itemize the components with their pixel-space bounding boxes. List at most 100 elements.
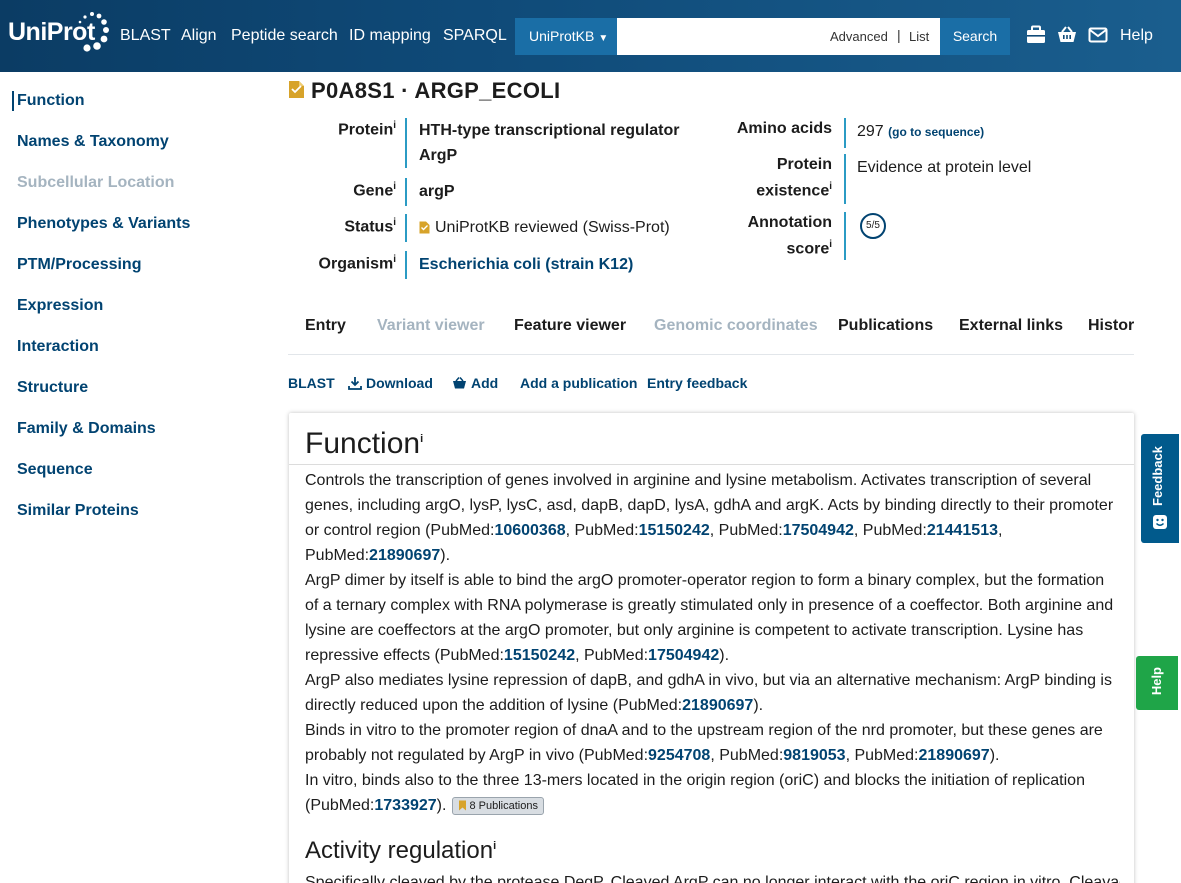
protein-existence-value: Evidence at protein level — [857, 159, 1032, 176]
pubmed-link[interactable]: 21441513 — [927, 522, 998, 539]
nav-peptide-search[interactable]: Peptide search — [231, 27, 338, 45]
tab-publications[interactable]: Publications — [838, 317, 933, 335]
sidebar-item-expression[interactable]: Expression — [17, 297, 103, 315]
pubmed-link[interactable]: 21890697 — [369, 547, 440, 564]
sidebar-item-family-domains[interactable]: Family & Domains — [17, 420, 156, 438]
amino-acids-label: Amino acids — [736, 120, 832, 137]
tab-external-links[interactable]: External links — [959, 317, 1063, 335]
pubmed-link[interactable]: 21890697 — [919, 747, 990, 764]
nav-blast[interactable]: BLAST — [120, 27, 171, 45]
pubmed-link[interactable]: 17504942 — [783, 522, 854, 539]
feedback-tab-label: Feedback — [1150, 446, 1165, 506]
top-header: UniProt BLAST Align Peptide search ID ma… — [0, 0, 1181, 72]
protein-existence-label-line-2: existencei — [756, 181, 832, 200]
gene-value: argP — [419, 183, 455, 200]
function-paragraph-4: Binds in vitro to the promoter region of… — [305, 722, 1103, 764]
download-button[interactable]: Download — [348, 375, 433, 391]
blast-action-button[interactable]: BLAST — [288, 375, 335, 391]
advanced-search-link[interactable]: Advanced — [830, 29, 888, 44]
toolkit-icon[interactable] — [1025, 24, 1047, 46]
nav-align[interactable]: Align — [181, 27, 217, 45]
function-paragraph-3: ArgP also mediates lysine repression of … — [305, 672, 1112, 714]
nav-sparql[interactable]: SPARQL — [443, 27, 507, 45]
publications-count-badge[interactable]: 8 Publications — [452, 797, 544, 815]
sidebar-item-interaction[interactable]: Interaction — [17, 338, 99, 356]
sidebar-item-subcellular-location: Subcellular Location — [17, 174, 175, 191]
add-publication-button[interactable]: Add a publication — [520, 375, 637, 391]
sidebar-item-similar-proteins[interactable]: Similar Proteins — [17, 502, 139, 520]
mail-icon[interactable] — [1087, 24, 1109, 46]
basket-icon[interactable] — [1056, 24, 1078, 46]
summary-divider — [405, 251, 407, 279]
sidebar-item-names-taxonomy[interactable]: Names & Taxonomy — [17, 133, 169, 151]
nav-id-mapping[interactable]: ID mapping — [349, 27, 431, 45]
annotation-score-badge: 5/5 — [860, 213, 886, 239]
entry-title: P0A8S1 · ARGP_ECOLI — [311, 78, 561, 103]
pubmed-link[interactable]: 9254708 — [648, 747, 710, 764]
add-to-basket-button[interactable]: Add — [452, 375, 498, 391]
info-icon[interactable]: i — [393, 217, 396, 228]
go-to-sequence-link[interactable]: (go to sequence) — [888, 125, 984, 139]
info-icon[interactable]: i — [829, 239, 832, 250]
pubmed-link[interactable]: 21890697 — [682, 697, 753, 714]
pubmed-link[interactable]: 15150242 — [639, 522, 710, 539]
organism-link[interactable]: Escherichia coli (strain K12) — [419, 256, 633, 274]
function-paragraph-2: ArgP dimer by itself is able to bind the… — [305, 572, 1114, 664]
logo-dots-icon — [78, 12, 109, 52]
annotation-score-label-line-2: scorei — [786, 239, 832, 258]
reviewed-entry-icon — [289, 81, 304, 98]
sidebar-item-function[interactable]: Function — [17, 92, 85, 110]
summary-divider — [405, 118, 407, 168]
pubmed-link[interactable]: 17504942 — [648, 647, 719, 664]
tab-feature-viewer[interactable]: Feature viewer — [514, 317, 626, 335]
activity-regulation-heading: Activity regulationi — [305, 837, 497, 864]
reviewed-icon — [419, 221, 430, 234]
tab-entry[interactable]: Entry — [305, 317, 346, 335]
pubmed-link[interactable]: 15150242 — [504, 647, 575, 664]
sidebar-item-sequence[interactable]: Sequence — [17, 461, 93, 479]
help-floating-tab[interactable]: Help — [1136, 656, 1178, 710]
function-heading: Functioni — [305, 427, 424, 460]
download-icon — [348, 377, 362, 390]
info-icon[interactable]: i — [393, 181, 396, 192]
pubmed-link[interactable]: 1733927 — [374, 797, 436, 814]
basket-icon — [453, 377, 466, 389]
section-nav-sidebar: Function Names & Taxonomy Subcellular Lo… — [0, 72, 270, 883]
smiley-feedback-icon — [1153, 515, 1167, 529]
sidebar-item-phenotypes-variants[interactable]: Phenotypes & Variants — [17, 215, 190, 233]
status-label: Statusi — [344, 217, 396, 236]
search-separator: | — [897, 27, 901, 43]
info-icon[interactable]: i — [420, 433, 423, 445]
bookmark-icon — [459, 800, 467, 811]
search-input[interactable] — [617, 18, 940, 55]
entry-feedback-button[interactable]: Entry feedback — [647, 375, 747, 391]
activity-regulation-text: Specifically cleaved by the protease Deg… — [305, 874, 1120, 883]
help-tab-label: Help — [1149, 667, 1164, 696]
search-button[interactable]: Search — [940, 18, 1010, 55]
status-value: UniProtKB reviewed (Swiss-Prot) — [435, 219, 670, 236]
sidebar-item-structure[interactable]: Structure — [17, 379, 88, 397]
summary-divider — [405, 178, 407, 206]
info-icon[interactable]: i — [829, 181, 832, 192]
tabs-divider — [288, 354, 1134, 355]
summary-divider — [844, 212, 846, 260]
tab-history[interactable]: Histor — [1088, 317, 1134, 335]
pubmed-link[interactable]: 9819053 — [783, 747, 845, 764]
card-divider — [289, 464, 1134, 465]
info-icon[interactable]: i — [393, 120, 396, 131]
pubmed-link[interactable]: 10600368 — [494, 522, 565, 539]
summary-divider — [844, 154, 846, 204]
list-search-link[interactable]: List — [909, 29, 929, 44]
protein-name-line-2: ArgP — [419, 147, 458, 164]
info-icon[interactable]: i — [493, 840, 496, 852]
database-select[interactable]: UniProtKB ▼ — [515, 18, 617, 55]
sidebar-item-ptm-processing[interactable]: PTM/Processing — [17, 256, 141, 274]
function-card: Functioni Controls the transcription of … — [289, 413, 1134, 883]
header-help-link[interactable]: Help — [1120, 27, 1153, 45]
feedback-floating-tab[interactable]: Feedback — [1141, 434, 1179, 543]
info-icon[interactable]: i — [393, 254, 396, 265]
summary-divider — [405, 214, 407, 242]
database-select-label: UniProtKB — [529, 28, 595, 44]
amino-acids-value: 297 (go to sequence) — [857, 123, 985, 140]
tab-genomic-coordinates: Genomic coordinates — [654, 317, 818, 334]
